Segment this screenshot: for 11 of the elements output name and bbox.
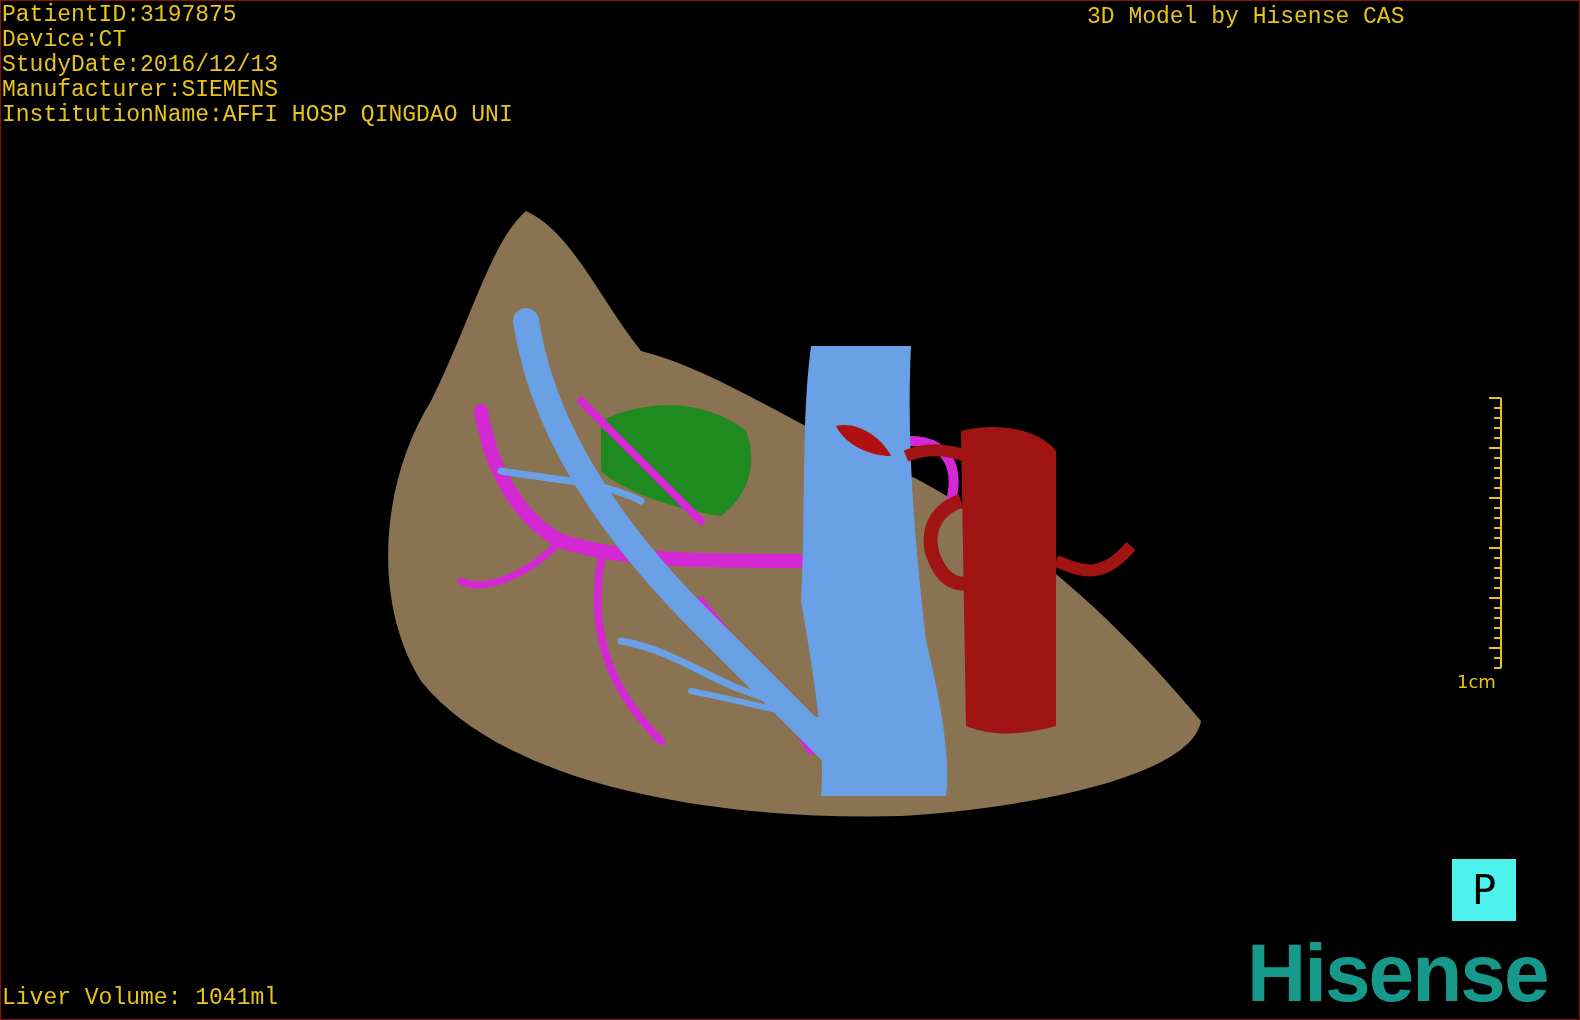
info-text: Device:CT [2, 28, 128, 53]
view-orientation-button[interactable]: P [1452, 859, 1516, 921]
scale-label: 1cm [1457, 671, 1496, 692]
credit-text: 3D Model by Hisense CAS [1087, 5, 1405, 30]
3d-viewport[interactable]: PatientID:3197875 Device:CT StudyDate:2016/12/13 Manufacturer:SIEMENS InstitutionName:AFFI HOSP QINGDAO UNI 3D Model by Hisense CAS 1cm P Liver Volume: 1041ml Hisense [0, 0, 1580, 1020]
info-text: PatientID:3197875 [2, 3, 238, 28]
volume-text: Liver Volume: 1041ml [2, 986, 279, 1011]
info-text: StudyDate:2016/12/13 [2, 53, 280, 78]
logo: Hisense [1247, 931, 1548, 1015]
info-text: Manufacturer:SIEMENS [2, 78, 280, 103]
info-text: InstitutionName:AFFI HOSP QINGDAO UNI [2, 103, 513, 128]
